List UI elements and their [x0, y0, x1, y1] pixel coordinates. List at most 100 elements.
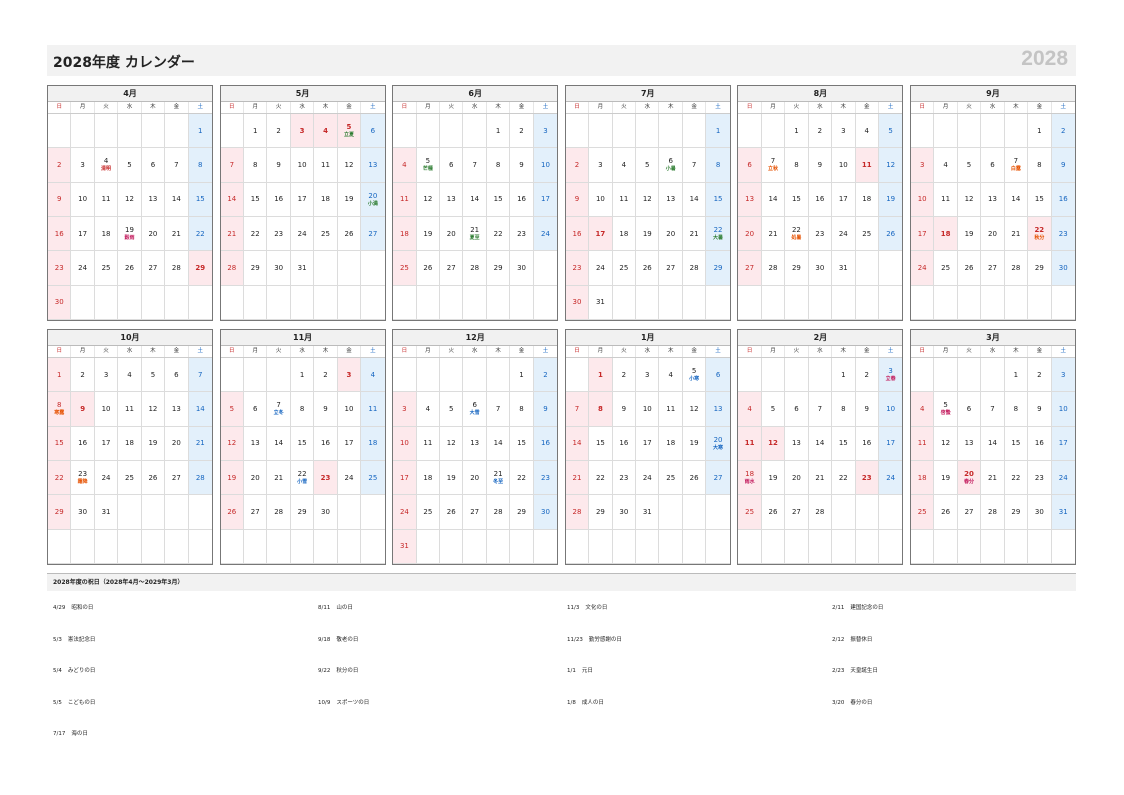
day-cell[interactable]: 7 [682, 148, 707, 183]
day-cell[interactable]: 22 小雪 [290, 460, 315, 496]
day-cell[interactable]: 2 [612, 358, 637, 393]
day-cell[interactable]: 16 [533, 426, 558, 461]
day-cell[interactable]: 30 [565, 285, 590, 320]
day-cell[interactable]: 29 [244, 251, 268, 286]
day-cell[interactable]: 12 [636, 182, 660, 217]
day-cell[interactable]: 2 [565, 148, 590, 183]
day-cell[interactable]: 4 [393, 148, 417, 183]
day-cell[interactable]: 27 [957, 495, 982, 530]
day-cell[interactable]: 16 [267, 182, 291, 217]
day-cell[interactable]: 22 秋分 [1028, 216, 1052, 252]
day-cell[interactable]: 22 [486, 216, 511, 252]
day-cell[interactable]: 10 [832, 148, 856, 183]
day-cell[interactable]: 14 [1004, 182, 1029, 217]
day-cell[interactable]: 7 [565, 392, 590, 427]
day-cell[interactable]: 2 [510, 114, 534, 149]
day-cell[interactable]: 3 [393, 392, 417, 427]
day-cell[interactable]: 10 [589, 182, 613, 217]
day-cell[interactable]: 31 [1051, 495, 1075, 530]
day-cell[interactable]: 22 [244, 216, 268, 252]
day-cell[interactable]: 13 [440, 182, 464, 217]
day-cell[interactable]: 28 [981, 495, 1005, 530]
day-cell[interactable]: 7 [165, 148, 189, 183]
day-cell[interactable]: 2 [855, 358, 879, 393]
day-cell[interactable]: 28 [463, 251, 487, 286]
day-cell[interactable]: 9 [533, 392, 558, 427]
day-cell[interactable]: 20 [981, 216, 1005, 252]
day-cell[interactable]: 4 [416, 392, 441, 427]
day-cell[interactable]: 1 [1028, 114, 1052, 149]
day-cell[interactable]: 12 [878, 148, 903, 183]
day-cell[interactable]: 9 [1051, 148, 1075, 183]
day-cell[interactable]: 27 [659, 251, 683, 286]
day-cell[interactable]: 3 [1051, 358, 1075, 393]
day-cell[interactable]: 13 [463, 426, 487, 461]
day-cell[interactable]: 26 [118, 251, 142, 286]
day-cell[interactable]: 18 [855, 182, 879, 217]
day-cell[interactable]: 10 [636, 392, 660, 427]
day-cell[interactable]: 28 [808, 495, 833, 530]
day-cell[interactable]: 31 [290, 251, 315, 286]
day-cell[interactable]: 6 [738, 148, 762, 183]
day-cell[interactable]: 27 [244, 495, 268, 530]
day-cell[interactable]: 21 [808, 460, 833, 496]
day-cell[interactable]: 23 [510, 216, 534, 252]
day-cell[interactable]: 10 [910, 182, 935, 217]
day-cell[interactable]: 30 [1028, 495, 1052, 530]
day-cell[interactable]: 19 [440, 460, 464, 496]
day-cell[interactable]: 2 [71, 358, 95, 393]
day-cell[interactable]: 1 [832, 358, 856, 393]
day-cell[interactable]: 4 [314, 114, 338, 149]
day-cell[interactable]: 3 [533, 114, 558, 149]
day-cell[interactable]: 3 [71, 148, 95, 183]
day-cell[interactable]: 26 [440, 495, 464, 530]
day-cell[interactable]: 25 [314, 216, 338, 252]
day-cell[interactable]: 8 [785, 148, 809, 183]
day-cell[interactable]: 29 [1004, 495, 1029, 530]
day-cell[interactable]: 14 [165, 182, 189, 217]
day-cell[interactable]: 19 [957, 216, 982, 252]
day-cell[interactable]: 8 [486, 148, 511, 183]
day-cell[interactable]: 16 [1028, 426, 1052, 461]
day-cell[interactable]: 31 [589, 285, 613, 320]
day-cell[interactable]: 16 [855, 426, 879, 461]
day-cell[interactable]: 30 [612, 495, 637, 530]
day-cell[interactable]: 21 [981, 460, 1005, 496]
day-cell[interactable]: 9 [48, 182, 72, 217]
day-cell[interactable]: 18 [314, 182, 338, 217]
day-cell[interactable]: 25 [612, 251, 637, 286]
day-cell[interactable]: 7 立冬 [267, 392, 291, 427]
day-cell[interactable]: 25 [659, 460, 683, 496]
day-cell[interactable]: 29 [785, 251, 809, 286]
day-cell[interactable]: 18 [416, 460, 441, 496]
day-cell[interactable]: 23 [267, 216, 291, 252]
day-cell[interactable]: 2 [808, 114, 833, 149]
day-cell[interactable]: 2 [1028, 358, 1052, 393]
day-cell[interactable]: 24 [71, 251, 95, 286]
day-cell[interactable]: 15 [244, 182, 268, 217]
day-cell[interactable]: 17 [71, 216, 95, 252]
day-cell[interactable]: 15 [510, 426, 534, 461]
day-cell[interactable]: 16 [510, 182, 534, 217]
day-cell[interactable]: 18 [910, 460, 935, 496]
day-cell[interactable]: 1 [486, 114, 511, 149]
day-cell[interactable]: 26 [682, 460, 707, 496]
day-cell[interactable]: 20 [244, 460, 268, 496]
day-cell[interactable]: 10 [393, 426, 417, 461]
day-cell[interactable]: 27 [165, 460, 189, 496]
day-cell[interactable]: 16 [48, 216, 72, 252]
day-cell[interactable]: 1 [785, 114, 809, 149]
day-cell[interactable]: 1 [1004, 358, 1029, 393]
day-cell[interactable]: 22 [1004, 460, 1029, 496]
day-cell[interactable]: 6 [957, 392, 982, 427]
day-cell[interactable]: 7 [808, 392, 833, 427]
day-cell[interactable]: 11 [934, 182, 958, 217]
day-cell[interactable]: 20 [738, 216, 762, 252]
day-cell[interactable]: 10 [94, 392, 119, 427]
day-cell[interactable]: 11 [738, 426, 762, 461]
day-cell[interactable]: 19 [220, 460, 245, 496]
day-cell[interactable]: 12 [761, 426, 786, 461]
day-cell[interactable]: 8 [706, 148, 730, 183]
day-cell[interactable]: 14 [761, 182, 786, 217]
day-cell[interactable]: 13 [957, 426, 982, 461]
